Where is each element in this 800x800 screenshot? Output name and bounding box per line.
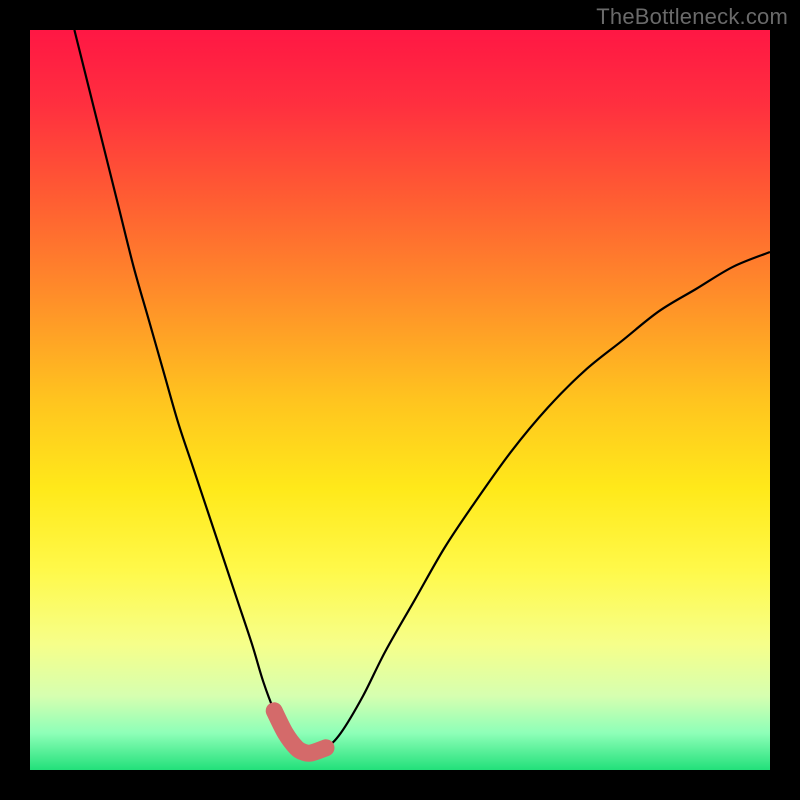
plot-area [30, 30, 770, 770]
chart-frame: TheBottleneck.com [0, 0, 800, 800]
gradient-background [30, 30, 770, 770]
bottleneck-chart [30, 30, 770, 770]
watermark-text: TheBottleneck.com [596, 4, 788, 30]
